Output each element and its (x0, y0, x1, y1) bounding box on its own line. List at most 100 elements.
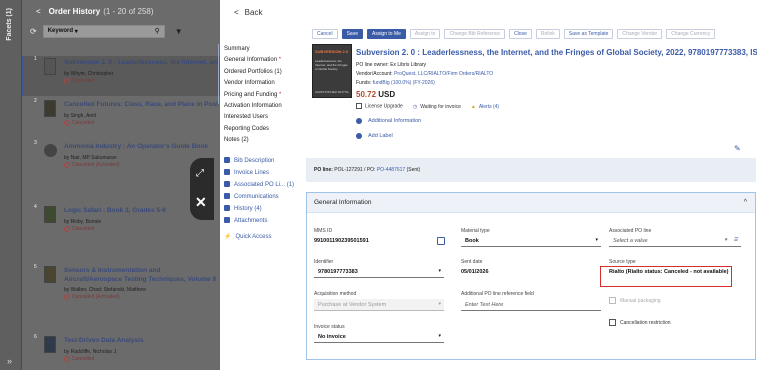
save-button[interactable]: Save (341, 29, 363, 39)
associated-po-line-select[interactable]: Select a value ▾ ☰ (609, 235, 741, 247)
list-item-title[interactable]: Subversion 2. 0 : Leaderlessness, the In… (64, 58, 218, 67)
nav-item-interested-users[interactable]: Interested Users (220, 112, 300, 123)
expand-facets-icon[interactable]: » (7, 356, 12, 366)
copy-icon[interactable] (437, 237, 445, 245)
po-number-link[interactable]: PO-4487617 (377, 167, 405, 173)
list-item-number: 2 (34, 98, 37, 104)
nav-item-activation-information[interactable]: Activation Information (220, 101, 300, 112)
back-link[interactable]: < Back (234, 8, 262, 17)
list-item-author: by Singh, Amit (64, 113, 96, 119)
list-item-status: × Cancelled (Activated) (64, 162, 120, 168)
document-icon (224, 168, 230, 175)
back-chevron-icon[interactable]: < (234, 8, 239, 17)
list-item-title[interactable]: Ammonia Industry : An Operator's Guide B… (64, 142, 218, 151)
facets-panel[interactable]: Facets (1) » (0, 0, 22, 370)
dropdown-caret-icon: ▾ (438, 333, 441, 339)
invoice-status-select[interactable]: No invoice ▾ (314, 331, 444, 343)
list-item[interactable]: 2 Cancelled Futures: Class, Race, and Pl… (22, 98, 220, 138)
license-upgrade: License Upgrade (356, 103, 403, 110)
list-item-number: 1 (34, 56, 37, 62)
nav-item-ordered-portfolios[interactable]: Ordered Portfolios (1) (220, 67, 300, 78)
keyword-dropdown[interactable]: Keyword (48, 28, 73, 34)
save-as-template-button[interactable]: Save as Template (563, 29, 614, 39)
panel-controls: ⤢ ✕ (190, 158, 214, 220)
acquisition-method-select[interactable]: Purchase at Vendor System ▾ (314, 299, 444, 311)
list-icon[interactable]: ☰ (734, 237, 738, 243)
list-item-title[interactable]: Sensors & Instrumentation and Aircraft/A… (64, 266, 218, 284)
list-item-title[interactable]: Cancelled Futures: Class, Race, and Plac… (64, 100, 218, 109)
nav-item-reporting-codes[interactable]: Reporting Codes (220, 124, 300, 135)
list-item[interactable]: 6 Test-Driven Data Analysis by Radcliffe… (22, 334, 220, 370)
manual-packaging-checkbox[interactable] (609, 297, 616, 304)
cancelled-icon: × (64, 226, 70, 232)
refresh-icon[interactable]: ⟳ (30, 27, 37, 36)
list-item[interactable]: 1 Subversion 2. 0 : Leaderlessness, the … (22, 56, 220, 96)
list-item-status: × Cancelled (64, 226, 95, 232)
cancellation-restriction-checkbox[interactable] (609, 319, 616, 326)
nav-link-invoice-lines[interactable]: Invoice Lines (220, 167, 300, 179)
list-item[interactable]: 5 Sensors & Instrumentation and Aircraft… (22, 264, 220, 316)
document-icon (224, 156, 230, 163)
facets-label[interactable]: Facets (1) (6, 8, 13, 41)
identifier-label: Identifier (314, 259, 334, 265)
change-currency-button[interactable]: Change Currency (666, 29, 716, 39)
change-vendor-button[interactable]: Change Vendor (617, 29, 663, 39)
action-toolbar: Cancel Save Assign to Me Assign to Chang… (312, 29, 716, 39)
add-label-link[interactable]: Add Label (356, 129, 746, 142)
quick-access-link[interactable]: ⚡ Quick Access (220, 231, 300, 243)
nav-item-pricing-and-funding[interactable]: Pricing and Funding * (220, 90, 300, 101)
book-thumbnail (44, 100, 56, 117)
assign-to-button[interactable]: Assign to (409, 29, 441, 39)
book-thumbnail (44, 58, 56, 75)
additional-information-link[interactable]: Additional Information (356, 114, 746, 127)
po-line-title[interactable]: Subversion 2. 0 : Leaderlessness, the In… (356, 48, 757, 57)
nav-item-vendor-information[interactable]: Vendor Information (220, 78, 300, 89)
close-button[interactable]: Close (509, 29, 532, 39)
edit-pencil-icon[interactable]: ✎ (734, 144, 741, 153)
nav-link-history[interactable]: History (4) (220, 203, 300, 215)
identifier-select[interactable]: 9780197773383 ▾ (314, 266, 444, 278)
keyword-caret-icon[interactable]: ▾ (73, 28, 78, 35)
filter-icon[interactable]: ▼ (175, 27, 183, 36)
cancelled-icon: × (64, 356, 70, 362)
nav-link-communications[interactable]: Communications (220, 191, 300, 203)
additional-po-line-reference-input[interactable]: Enter Text Here (461, 299, 601, 311)
nav-divider (218, 44, 219, 104)
vendor-link[interactable]: ProQuest, LLC/RIALTO/Firm Orders/RIALTO (394, 71, 493, 77)
nav-link-bib-description[interactable]: Bib Description (220, 155, 300, 167)
alerts-link[interactable]: ▲ Alerts (4) (471, 104, 499, 110)
change-bib-reference-button[interactable]: Change Bib Reference (444, 29, 506, 39)
expand-panel-icon[interactable]: ⤢ (196, 168, 204, 179)
keyword-search-input[interactable]: Keyword ▾ ⚲ (42, 24, 165, 38)
material-type-select[interactable]: Book ▾ (461, 235, 601, 247)
general-information-header[interactable]: General Information ^ (307, 193, 755, 213)
additional-po-line-reference-label: Additional PO line reference field (461, 291, 534, 297)
po-line-label: PO line: (314, 167, 333, 173)
price-value: 50.72 (356, 90, 377, 99)
cancel-button[interactable]: Cancel (312, 29, 338, 39)
po-status: (Sent) (406, 167, 421, 173)
cover-subtitle: Leaderlessness, the Internet, and the Fr… (315, 59, 348, 71)
nav-item-general-information[interactable]: General Information * (220, 55, 300, 66)
funds: Funds: fundBig (100.0%) (FY-2026) (356, 80, 435, 86)
assign-to-me-button[interactable]: Assign to Me (366, 29, 406, 39)
relink-button[interactable]: Relink (535, 29, 560, 39)
nav-item-summary[interactable]: Summary (220, 44, 300, 55)
close-panel-icon[interactable]: ✕ (195, 194, 207, 211)
search-icon[interactable]: ⚲ (155, 27, 160, 35)
list-item-number: 6 (34, 334, 37, 340)
selected-indicator (22, 56, 24, 96)
order-history-title: Order History (48, 6, 101, 16)
mms-id-value: 991001190239501591 (314, 238, 369, 244)
nav-item-notes[interactable]: Notes (2) (220, 135, 300, 146)
acquisition-method-label: Acquisition method (314, 291, 357, 297)
cancelled-icon: × (64, 162, 70, 168)
back-arrow-icon[interactable]: < (36, 7, 41, 16)
chevron-up-icon[interactable]: ^ (744, 199, 747, 206)
po-line-owner: PO line owner: Ex Libris Library (356, 62, 427, 68)
nav-link-associated-po-lines[interactable]: Associated PO Li... (1) (220, 179, 300, 191)
nav-link-attachments[interactable]: Attachments (220, 215, 300, 227)
fund-link[interactable]: fundBig (100.0%) (FY-2026) (373, 80, 435, 86)
list-item-title[interactable]: Test-Driven Data Analysis (64, 336, 218, 345)
cover-author: CHRISTOPHER WHYTE (315, 90, 349, 94)
